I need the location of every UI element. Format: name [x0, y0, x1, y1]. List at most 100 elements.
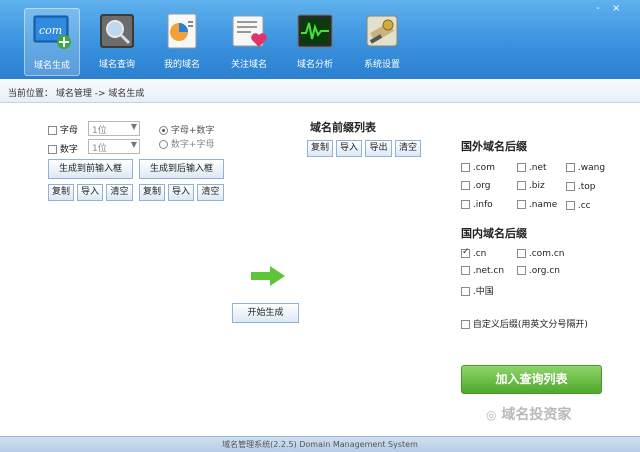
- suffix-option-info[interactable]: .info: [461, 200, 493, 210]
- com-logo-text: com: [39, 24, 62, 37]
- prefix-export-button[interactable]: 导出: [365, 140, 392, 157]
- generate-to-front-button[interactable]: 生成到前输入框: [48, 159, 133, 179]
- radio-label: 字母+数字: [170, 126, 215, 136]
- add-to-query-list-button[interactable]: 加入查询列表: [461, 365, 602, 394]
- suffix-option-net[interactable]: .net: [517, 163, 547, 173]
- watermark-text: 域名投资家: [501, 407, 572, 423]
- favorite-domains-icon: [229, 11, 269, 51]
- toolbar-label: 域名生成: [33, 61, 70, 71]
- suffix-checkbox[interactable]: [517, 181, 526, 190]
- suffix-label: .cc: [577, 201, 591, 211]
- suffix-checkbox[interactable]: [461, 163, 470, 172]
- suffix-option-com[interactable]: .com: [461, 163, 495, 173]
- toolbar-item-analysis[interactable]: 域名分析: [287, 8, 343, 76]
- analysis-icon: [295, 11, 335, 51]
- prefix-list-title: 域名前缀列表: [310, 121, 376, 134]
- digits-label: 数字: [59, 145, 78, 155]
- letters-option[interactable]: 字母: [48, 123, 78, 136]
- toolbar-label: 域名分析: [296, 60, 333, 70]
- breadcrumb: 当前位置： 域名管理 -> 域名生成: [8, 89, 145, 99]
- status-text: 域名管理系统(2.2.5) Domain Management System: [222, 440, 418, 449]
- suffix-checkbox[interactable]: [461, 287, 470, 296]
- close-button[interactable]: ×: [612, 4, 620, 14]
- custom-suffix-option[interactable]: 自定义后缀(用英文分号隔开): [461, 317, 588, 330]
- back-import-button[interactable]: 导入: [168, 184, 194, 201]
- suffix-option-biz[interactable]: .biz: [517, 181, 545, 191]
- suffix-option-name[interactable]: .name: [517, 200, 557, 210]
- letters-label: 字母: [59, 126, 78, 136]
- suffix-label: .org: [472, 181, 491, 191]
- digits-letters-radio[interactable]: 数字+字母: [159, 137, 214, 150]
- chevron-down-icon: ▼: [130, 140, 137, 149]
- suffix-label: .biz: [528, 181, 545, 191]
- arrow-right-icon: [250, 265, 286, 290]
- toolbar-item-domain-search[interactable]: 域名查询: [89, 8, 145, 76]
- suffix-label: .中国: [472, 287, 494, 297]
- suffix-label: .name: [528, 200, 558, 210]
- suffix-checkbox-checked[interactable]: [461, 247, 470, 258]
- back-clear-button[interactable]: 清空: [197, 184, 224, 201]
- suffix-checkbox[interactable]: [566, 201, 575, 210]
- suffix-checkbox[interactable]: [517, 163, 526, 172]
- suffix-label: .com: [472, 163, 495, 173]
- toolbar-item-favorite-domains[interactable]: 关注域名: [221, 8, 277, 76]
- suffix-checkbox[interactable]: [566, 182, 575, 191]
- suffix-option-org-cn[interactable]: .org.cn: [517, 266, 560, 276]
- suffix-checkbox[interactable]: [461, 266, 470, 275]
- suffix-checkbox[interactable]: [566, 163, 575, 172]
- custom-suffix-checkbox[interactable]: [461, 320, 470, 329]
- suffix-label: .org.cn: [528, 266, 561, 276]
- foreign-suffix-title: 国外域名后缀: [461, 140, 527, 153]
- domestic-suffix-title: 国内域名后缀: [461, 227, 527, 240]
- front-copy-button[interactable]: 复制: [48, 184, 74, 201]
- breadcrumb-bar: 当前位置： 域名管理 -> 域名生成: [0, 79, 640, 103]
- suffix-checkbox[interactable]: [461, 181, 470, 190]
- suffix-label: .cn: [472, 249, 487, 259]
- suffix-option-cn[interactable]: .cn: [461, 247, 487, 259]
- suffix-option-net-cn[interactable]: .net.cn: [461, 266, 504, 276]
- suffix-checkbox[interactable]: [517, 200, 526, 209]
- letters-digits-radio[interactable]: 字母+数字: [159, 123, 214, 136]
- letters-checkbox[interactable]: [48, 126, 57, 135]
- suffix-option-org[interactable]: .org: [461, 181, 491, 191]
- prefix-clear-button[interactable]: 清空: [395, 140, 421, 157]
- digits-length-value: 1位: [92, 144, 107, 154]
- back-copy-button[interactable]: 复制: [139, 184, 165, 201]
- toolbar-label: 关注域名: [230, 60, 267, 70]
- suffix-label: .wang: [577, 163, 606, 173]
- suffix-option-zhongguo[interactable]: .中国: [461, 284, 494, 297]
- settings-icon: [362, 11, 402, 51]
- letters-length-value: 1位: [92, 126, 107, 136]
- suffix-option-top[interactable]: .top: [566, 182, 595, 192]
- suffix-checkbox[interactable]: [517, 249, 526, 258]
- toolbar-item-my-domains[interactable]: 我的域名: [154, 8, 210, 76]
- letters-length-select[interactable]: 1位 ▼: [88, 121, 140, 136]
- digits-length-select[interactable]: 1位 ▼: [88, 139, 140, 154]
- suffix-label: .top: [577, 182, 596, 192]
- start-generate-button[interactable]: 开始生成: [232, 303, 299, 323]
- suffix-option-com-cn[interactable]: .com.cn: [517, 249, 564, 259]
- toolbar-item-settings[interactable]: 系统设置: [354, 8, 410, 76]
- suffix-option-cc[interactable]: .cc: [566, 201, 591, 211]
- domain-search-icon: [97, 11, 137, 51]
- suffix-checkbox[interactable]: [461, 200, 470, 209]
- prefix-import-button[interactable]: 导入: [336, 140, 362, 157]
- front-clear-button[interactable]: 清空: [106, 184, 133, 201]
- suffix-label: .com.cn: [528, 249, 565, 259]
- radio-selected-icon: [159, 126, 168, 135]
- front-import-button[interactable]: 导入: [77, 184, 103, 201]
- suffix-option-wang[interactable]: .wang: [566, 163, 605, 173]
- digits-checkbox[interactable]: [48, 145, 57, 154]
- toolbar-label: 系统设置: [363, 60, 400, 70]
- generate-to-back-button[interactable]: 生成到后输入框: [139, 159, 224, 179]
- prefix-copy-button[interactable]: 复制: [307, 140, 333, 157]
- toolbar-label: 我的域名: [163, 60, 200, 70]
- my-domains-icon: [162, 11, 202, 51]
- toolbar-item-domain-generate[interactable]: com 域名生成: [24, 8, 80, 76]
- minimize-button[interactable]: -: [596, 4, 600, 14]
- digits-option[interactable]: 数字: [48, 142, 78, 155]
- radio-unselected-icon: [159, 140, 168, 149]
- suffix-label: .net.cn: [472, 266, 505, 276]
- suffix-checkbox[interactable]: [517, 266, 526, 275]
- radio-label: 数字+字母: [170, 140, 215, 150]
